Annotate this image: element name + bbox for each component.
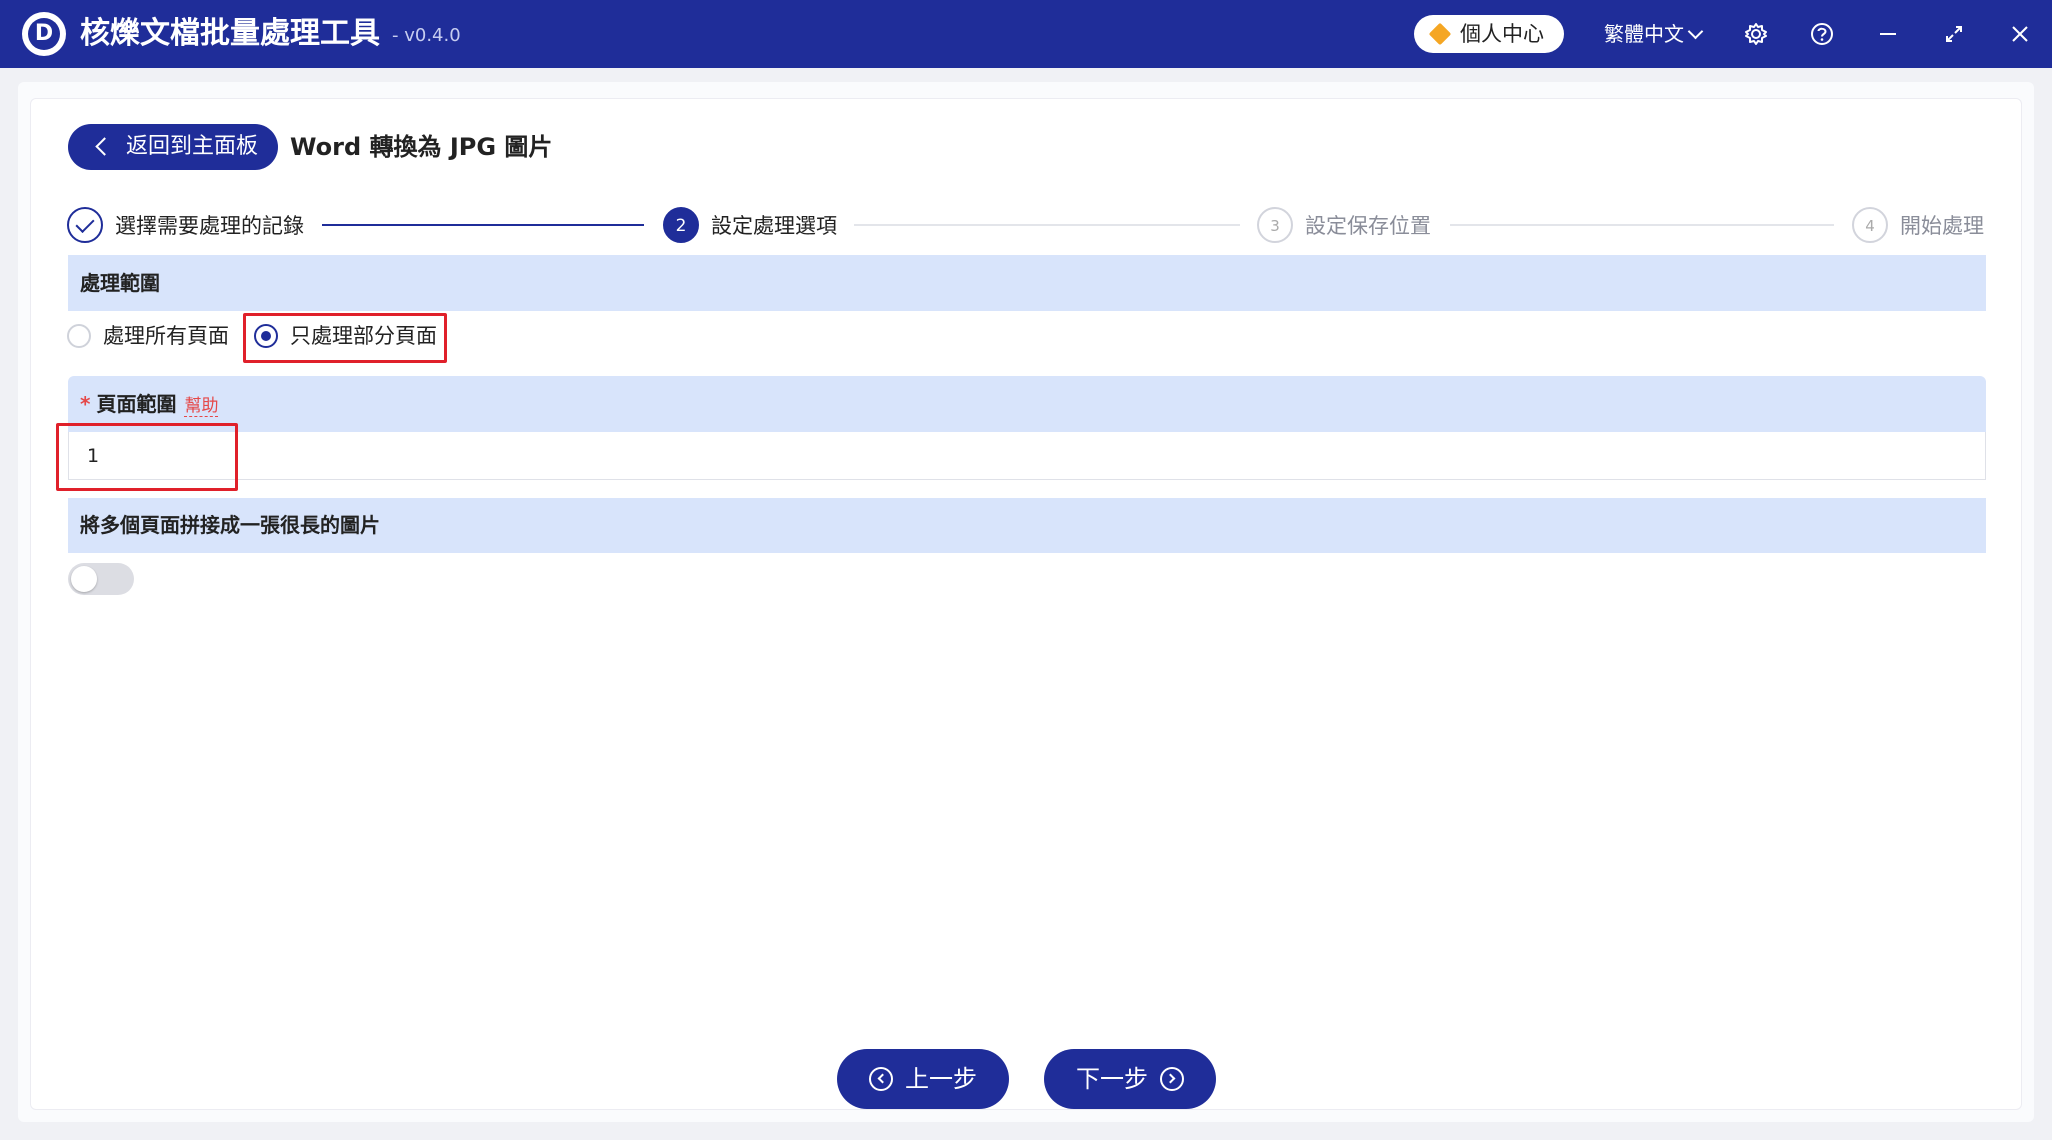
merge-section-header: 將多個頁面拼接成一張很長的圖片: [68, 498, 1986, 553]
step-2-label: 設定處理選項: [711, 214, 837, 238]
step-4-label: 開始處理: [1900, 214, 1984, 238]
page-title: Word 轉換為 JPG 圖片: [290, 133, 553, 161]
app-version: - v0.4.0: [392, 25, 461, 46]
circle-chevron-left-icon: [869, 1067, 893, 1091]
main-card: [30, 98, 2022, 1110]
help-icon[interactable]: [1808, 20, 1836, 48]
back-to-dashboard-button[interactable]: 返回到主面板: [68, 124, 278, 170]
title-bar: D 核爍文檔批量處理工具 - v0.4.0 個人中心 繁體中文: [0, 0, 2052, 68]
chevron-left-icon: [95, 137, 114, 156]
back-button-label: 返回到主面板: [126, 134, 259, 159]
radio-partial-pages-label[interactable]: 只處理部分頁面: [290, 320, 437, 352]
radio-all-pages[interactable]: [67, 324, 91, 348]
page-range-header: * 頁面範圍 幫助: [68, 376, 1986, 432]
step-3-label: 設定保存位置: [1305, 214, 1431, 238]
gear-icon[interactable]: [1742, 20, 1770, 48]
app-logo-letter: D: [28, 18, 60, 50]
required-mark: *: [80, 392, 91, 416]
app-title: 核爍文檔批量處理工具: [80, 16, 380, 51]
help-link[interactable]: 幫助: [184, 396, 219, 417]
step-connector-2: [854, 224, 1240, 226]
chevron-down-icon[interactable]: [1687, 23, 1704, 40]
step-connector-3: [1450, 224, 1834, 226]
toggle-knob: [71, 566, 97, 592]
app-logo-icon: D: [22, 12, 66, 56]
language-selector[interactable]: 繁體中文: [1604, 20, 1684, 48]
radio-partial-pages[interactable]: [254, 324, 278, 348]
step-4-number: 4: [1852, 207, 1888, 243]
close-icon[interactable]: [2006, 20, 2034, 48]
user-center-label: 個人中心: [1460, 22, 1544, 46]
maximize-icon[interactable]: [1940, 20, 1968, 48]
step-2-number: 2: [663, 207, 699, 243]
step-3-number: 3: [1257, 207, 1293, 243]
step-1-check-icon: [67, 207, 103, 243]
highlight-box: [56, 423, 238, 491]
prev-step-button[interactable]: 上一步: [837, 1049, 1009, 1109]
next-step-button[interactable]: 下一步: [1044, 1049, 1216, 1109]
minimize-icon[interactable]: [1874, 20, 1902, 48]
circle-chevron-right-icon: [1160, 1067, 1184, 1091]
range-section-header: 處理範圍: [68, 255, 1986, 311]
page-range-title: 頁面範圍: [96, 392, 177, 416]
diamond-icon: [1428, 22, 1452, 46]
prev-step-label: 上一步: [905, 1065, 977, 1093]
next-step-label: 下一步: [1076, 1065, 1148, 1093]
merge-pages-toggle[interactable]: [68, 563, 134, 595]
step-1-label: 選擇需要處理的記錄: [115, 214, 304, 238]
step-connector-1: [322, 224, 644, 226]
user-center-button[interactable]: 個人中心: [1414, 15, 1564, 53]
radio-all-pages-label[interactable]: 處理所有頁面: [103, 320, 229, 352]
page-range-input[interactable]: [68, 432, 1986, 480]
